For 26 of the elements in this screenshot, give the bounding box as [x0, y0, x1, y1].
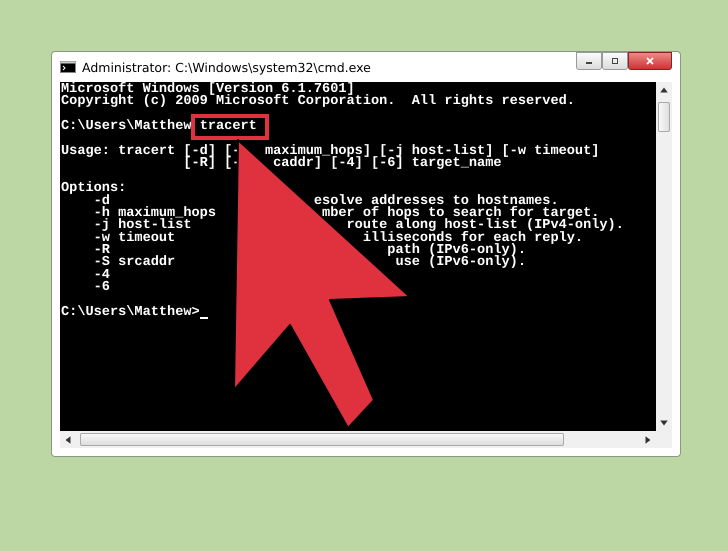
maximize-button[interactable] — [602, 52, 628, 70]
close-icon — [645, 57, 655, 65]
close-button[interactable] — [628, 52, 672, 70]
window-title: Administrator: C:\Windows\system32\cmd.exe — [82, 60, 372, 74]
console-text: C:\Users\Matthew — [61, 121, 192, 134]
console-text: C:\Users\Matthew> — [61, 307, 200, 320]
console-text: use (IPv6-only). — [395, 257, 526, 270]
minimize-button[interactable] — [576, 52, 602, 70]
console-icon — [60, 61, 76, 73]
horizontal-scrollbar[interactable] — [60, 431, 672, 448]
scroll-thumb[interactable] — [658, 102, 670, 132]
console-text: path (IPv6-only). — [387, 245, 526, 258]
console-text: -h maximum_hops — [92, 208, 216, 220]
scroll-up-icon[interactable] — [659, 85, 669, 95]
console-text: Copyright (c) 2009 Microsoft Corporation. All rights reserved. — [61, 96, 575, 109]
command-text: tracert — [200, 121, 257, 134]
console-text: -6 — [92, 282, 110, 295]
scroll-right-icon[interactable] — [643, 434, 653, 444]
console-text: -w timeout — [92, 232, 176, 246]
scroll-left-icon[interactable] — [63, 434, 73, 444]
scroll-thumb[interactable] — [80, 433, 564, 446]
console-text: -S srcaddr — [92, 257, 176, 270]
maximize-icon — [610, 57, 620, 65]
vertical-scrollbar[interactable] — [656, 82, 672, 431]
scroll-down-icon[interactable] — [659, 418, 669, 428]
console-text: caddr] [-4] [-6] target_name — [273, 158, 502, 171]
